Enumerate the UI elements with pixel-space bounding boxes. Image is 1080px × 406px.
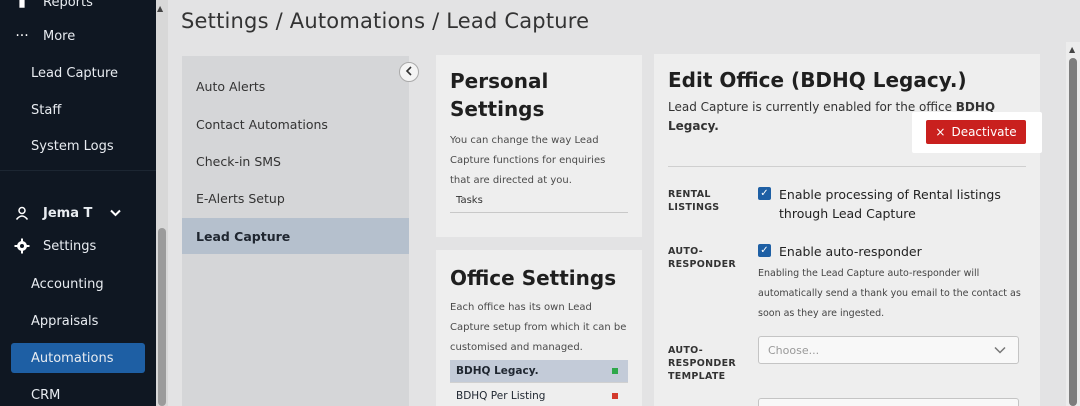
sidebar-divider [0,170,156,171]
personal-settings-title: Personal Settings [450,69,549,121]
rental-listings-option[interactable]: ✓ Enable processing of Rental listings t… [758,185,1019,223]
sidebar-item-lead-capture[interactable]: Lead Capture [0,58,156,88]
more-icon: ··· [15,28,29,44]
main-scroll-thumb[interactable] [1069,58,1077,406]
menu-item-contact-automations[interactable]: Contact Automations [182,106,409,142]
chevron-down-icon [994,344,1006,357]
menu-item-e-alerts-setup[interactable]: E-Alerts Setup [182,180,409,216]
settings-menu: Auto Alerts Contact Automations Check-in… [182,56,409,406]
auto-responder-option[interactable]: ✓ Enable auto-responder [758,242,1019,261]
office-settings-title: Office Settings [450,266,617,290]
sidebar-item-automations[interactable]: Automations [11,343,145,373]
sidebar-item-reports[interactable]: ▮ Reports [0,0,156,17]
personal-settings-desc: You can change the way Lead Capture func… [450,135,606,186]
personal-settings-card: Personal Settings You can change the way… [436,55,642,237]
chevron-down-icon [110,206,122,221]
collapse-menu-button[interactable] [399,62,419,82]
user-icon [13,206,31,220]
sidebar-item-accounting[interactable]: Accounting [0,269,156,299]
sidebar-item-more[interactable]: ··· More [0,21,156,51]
menu-item-check-in-sms[interactable]: Check-in SMS [182,143,409,179]
office-settings-card: Office Settings Each office has its own … [436,250,642,406]
gear-icon [13,238,31,254]
rental-listings-label: RENTAL LISTINGS [668,189,720,213]
edit-office-card: Edit Office (BDHQ Legacy.) Lead Capture … [654,54,1042,406]
personal-tasks-item[interactable]: Tasks [450,193,628,213]
deactivate-highlight: × Deactivate [912,112,1042,153]
scroll-up-icon[interactable]: ▲ [1069,45,1075,54]
auto-responder-checkbox[interactable]: ✓ [758,244,771,257]
sidebar-item-staff[interactable]: Staff [0,95,156,125]
sidebar-item-settings[interactable]: Settings [0,231,156,261]
section-divider [668,166,1026,167]
office-settings-desc: Each office has its own Lead Capture set… [450,302,627,353]
rental-listings-checkbox[interactable]: ✓ [758,187,771,200]
status-indicator-red [612,393,618,399]
auto-responder-template-select[interactable]: Choose... [758,336,1019,364]
office-row[interactable]: BDHQ Legacy. [450,360,628,383]
auto-responder-label: AUTO- RESPONDER [668,246,737,270]
menu-item-auto-alerts[interactable]: Auto Alerts [182,68,409,104]
sidebar: ▮ Reports ··· More Lead Capture Staff Sy… [0,0,168,406]
bar-chart-icon: ▮ [18,0,26,10]
sidebar-item-crm[interactable]: CRM [0,380,156,406]
edit-office-title: Edit Office (BDHQ Legacy.) [668,68,967,92]
sidebar-item-system-logs[interactable]: System Logs [0,131,156,161]
menu-item-lead-capture[interactable]: Lead Capture [182,218,409,254]
additional-select-field[interactable] [758,398,1019,406]
auto-responder-template-label: AUTO- RESPONDER TEMPLATE [668,345,737,382]
sidebar-user-menu[interactable]: Jema T [0,198,156,228]
auto-responder-help: Enabling the Lead Capture auto-responder… [758,268,1021,319]
sidebar-scroll-thumb[interactable] [158,228,166,406]
scroll-up-icon[interactable]: ▲ [157,4,163,13]
office-row[interactable]: BDHQ Per Listing [450,385,628,406]
status-indicator-green [612,368,618,374]
chevron-left-icon [405,65,413,79]
sidebar-item-appraisals[interactable]: Appraisals [0,306,156,336]
close-icon: × [935,125,946,139]
page-breadcrumb: Settings / Automations / Lead Capture [181,9,590,33]
main-scrollbar[interactable]: ▲ [1066,42,1080,406]
sidebar-scrollbar[interactable]: ▲ [156,0,168,406]
deactivate-button[interactable]: × Deactivate [926,120,1026,144]
